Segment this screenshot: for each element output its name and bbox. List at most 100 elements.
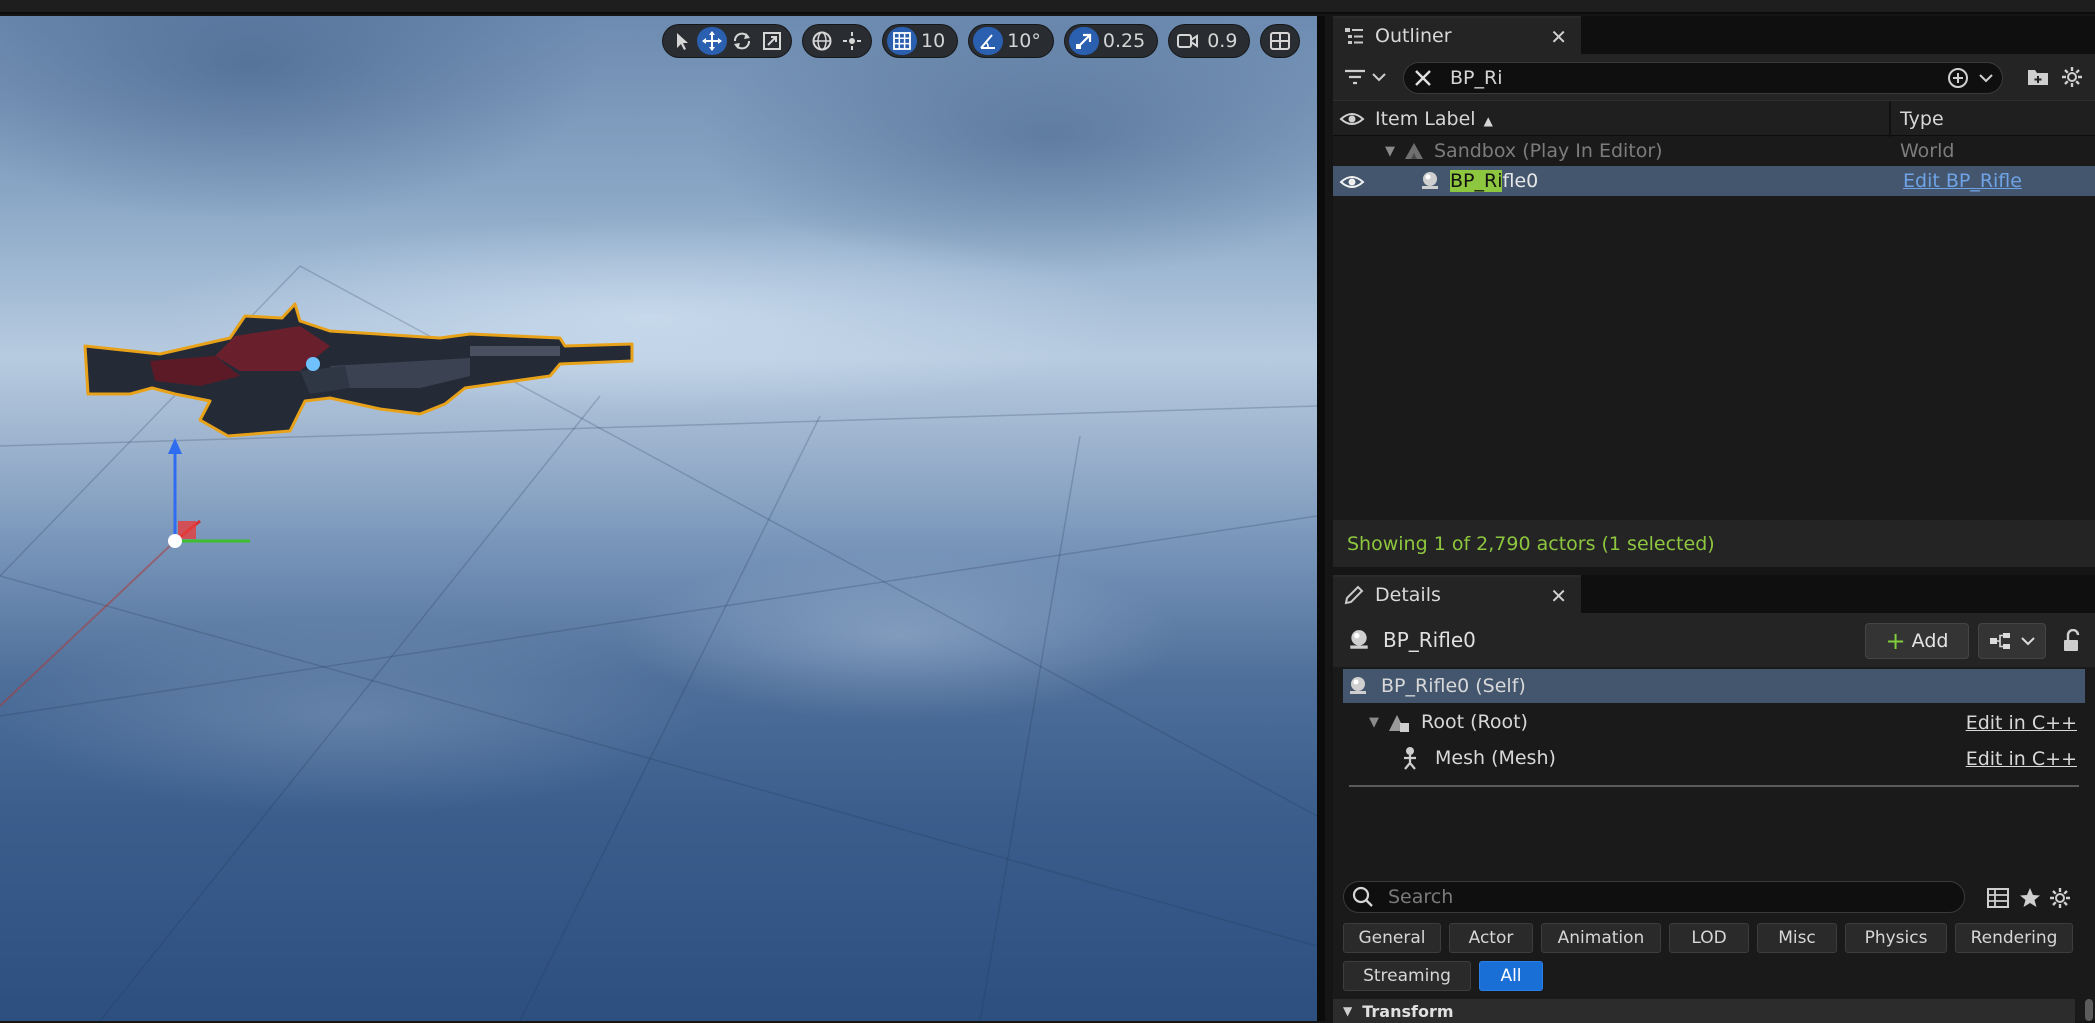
- tab-details[interactable]: Details ✕: [1333, 575, 1581, 613]
- level-viewport[interactable]: 10 10° 0.25 0.9: [0, 16, 1317, 1021]
- item-label-column[interactable]: Item Label ▲: [1375, 108, 1493, 130]
- select-mode-button[interactable]: [667, 27, 697, 55]
- add-filter-icon[interactable]: [1938, 65, 1978, 91]
- world-icon: [1405, 143, 1423, 159]
- splitter[interactable]: [1349, 785, 2079, 787]
- component-self-label: BP_Rifle0 (Self): [1381, 675, 1526, 697]
- outliner-tab-title: Outliner: [1375, 25, 1452, 47]
- filter-streaming[interactable]: Streaming: [1343, 961, 1471, 991]
- grid-icon: [893, 32, 911, 50]
- camera-speed-button[interactable]: [1173, 27, 1203, 55]
- details-scrollbar[interactable]: [2085, 999, 2093, 1021]
- sort-ascending-icon: ▲: [1483, 114, 1493, 128]
- filter-rendering[interactable]: Rendering: [1955, 923, 2073, 953]
- layout-icon: [1270, 32, 1291, 50]
- actor-name[interactable]: BP_Rifle0: [1383, 628, 1476, 652]
- close-icon[interactable]: ✕: [1550, 584, 1567, 608]
- viewport-toolbar: 10 10° 0.25 0.9: [662, 24, 1310, 58]
- details-panel: BP_Rifle0 + Add BP_Rifle0 (Self) ▼ Root …: [1333, 613, 2095, 1023]
- scale-mode-button[interactable]: [757, 27, 787, 55]
- rotate-mode-button[interactable]: [727, 27, 757, 55]
- tree-row-world[interactable]: ▼ Sandbox (Play In Editor) World: [1333, 136, 2095, 166]
- scale-snap-value[interactable]: 0.25: [1099, 30, 1153, 52]
- favorites-star-icon[interactable]: [2017, 885, 2043, 911]
- rifle-actor: [83, 302, 634, 438]
- chevron-down-icon[interactable]: [1978, 72, 2002, 84]
- ground-grid: [0, 265, 1317, 1021]
- translate-mode-button[interactable]: [697, 27, 727, 55]
- actor-row-label: BP_Rifle0: [1450, 170, 1539, 192]
- grid-snap-group: 10: [882, 24, 959, 58]
- scale-icon: [763, 32, 781, 50]
- camera-speed-value[interactable]: 0.9: [1203, 30, 1245, 52]
- add-component-button[interactable]: + Add: [1865, 623, 1969, 659]
- outliner-toolbar: BP_Ri: [1333, 54, 2095, 100]
- filter-all[interactable]: All: [1479, 961, 1543, 991]
- outliner-search-input[interactable]: BP_Ri: [1403, 62, 2003, 94]
- edit-in-cpp-link[interactable]: Edit in C++: [1966, 712, 2077, 734]
- table-view-icon[interactable]: [1985, 885, 2011, 911]
- scale-snap-toggle[interactable]: [1068, 27, 1099, 55]
- angle-icon: [980, 34, 996, 49]
- expand-caret-icon[interactable]: ▼: [1369, 715, 1379, 730]
- details-search-input[interactable]: Search: [1343, 881, 1965, 913]
- outliner-search-text[interactable]: BP_Ri: [1450, 67, 1938, 89]
- actor-blueprint-icon: [1422, 172, 1438, 189]
- coordinate-group: [802, 24, 872, 58]
- blueprint-options-button[interactable]: [1978, 623, 2046, 659]
- filter-icon: [1345, 69, 1365, 85]
- pencil-icon: [1344, 585, 1364, 605]
- scene-component-icon: [1389, 715, 1409, 732]
- edit-in-cpp-link[interactable]: Edit in C++: [1966, 748, 2077, 770]
- filter-physics[interactable]: Physics: [1845, 923, 1947, 953]
- edit-blueprint-link[interactable]: Edit BP_Rifle: [1903, 170, 2022, 192]
- filter-button[interactable]: [1343, 62, 1393, 92]
- details-search-placeholder[interactable]: Search: [1388, 886, 1453, 908]
- chevron-down-icon: [2021, 637, 2035, 646]
- details-tabbar: Details ✕: [1333, 575, 2095, 613]
- filter-animation[interactable]: Animation: [1541, 923, 1661, 953]
- scale-snap-icon: [1075, 33, 1091, 49]
- transform-section-header[interactable]: ▼ Transform: [1333, 999, 2075, 1023]
- tree-row-bp-rifle0[interactable]: BP_Rifle0 Edit BP_Rifle: [1333, 166, 2095, 196]
- visibility-eye-icon[interactable]: [1339, 171, 1365, 193]
- column-divider[interactable]: [1889, 101, 1891, 137]
- world-local-toggle[interactable]: [807, 27, 837, 55]
- layout-group: [1260, 24, 1301, 58]
- unlock-icon[interactable]: [2061, 629, 2083, 653]
- search-icon: [1352, 886, 1373, 907]
- surface-snap-button[interactable]: [837, 27, 867, 55]
- filter-actor[interactable]: Actor: [1449, 923, 1533, 953]
- world-row-label: Sandbox (Play In Editor): [1434, 140, 1663, 162]
- component-row-root[interactable]: ▼ Root (Root) Edit in C++: [1343, 705, 2085, 739]
- rotation-snap-toggle[interactable]: [973, 27, 1004, 55]
- chevron-down-icon: [1372, 73, 1386, 82]
- outliner-panel: BP_Ri Item Label ▲ Type ▼ Sandbox (Play …: [1333, 54, 2095, 567]
- transform-mode-group: [662, 24, 792, 58]
- viewport-layout-button[interactable]: [1265, 27, 1295, 55]
- component-row-mesh[interactable]: Mesh (Mesh) Edit in C++: [1343, 741, 2085, 775]
- add-label: Add: [1911, 630, 1949, 652]
- close-icon[interactable]: ✕: [1550, 25, 1567, 49]
- transform-gizmo: [168, 438, 250, 548]
- camera-speed-group: 0.9: [1168, 24, 1251, 58]
- clear-search-icon[interactable]: [1410, 65, 1436, 91]
- type-column[interactable]: Type: [1900, 108, 1944, 130]
- filter-general[interactable]: General: [1343, 923, 1441, 953]
- grid-snap-value[interactable]: 10: [917, 30, 953, 52]
- outliner-icon: [1345, 28, 1363, 44]
- settings-gear-icon[interactable]: [2047, 885, 2073, 911]
- add-folder-icon[interactable]: [2025, 64, 2051, 90]
- filter-lod[interactable]: LOD: [1669, 923, 1749, 953]
- editor-title-strip: [0, 0, 2095, 14]
- globe-icon: [812, 31, 832, 51]
- component-row-self[interactable]: BP_Rifle0 (Self): [1343, 669, 2085, 703]
- expand-caret-icon[interactable]: ▼: [1385, 144, 1395, 159]
- filter-misc[interactable]: Misc: [1757, 923, 1837, 953]
- collapse-caret-icon: ▼: [1343, 1004, 1353, 1018]
- visibility-eye-icon[interactable]: [1339, 108, 1365, 130]
- tab-outliner[interactable]: Outliner ✕: [1333, 16, 1581, 54]
- settings-gear-icon[interactable]: [2059, 64, 2085, 90]
- rotation-snap-value[interactable]: 10°: [1003, 30, 1049, 52]
- grid-snap-toggle[interactable]: [887, 27, 917, 55]
